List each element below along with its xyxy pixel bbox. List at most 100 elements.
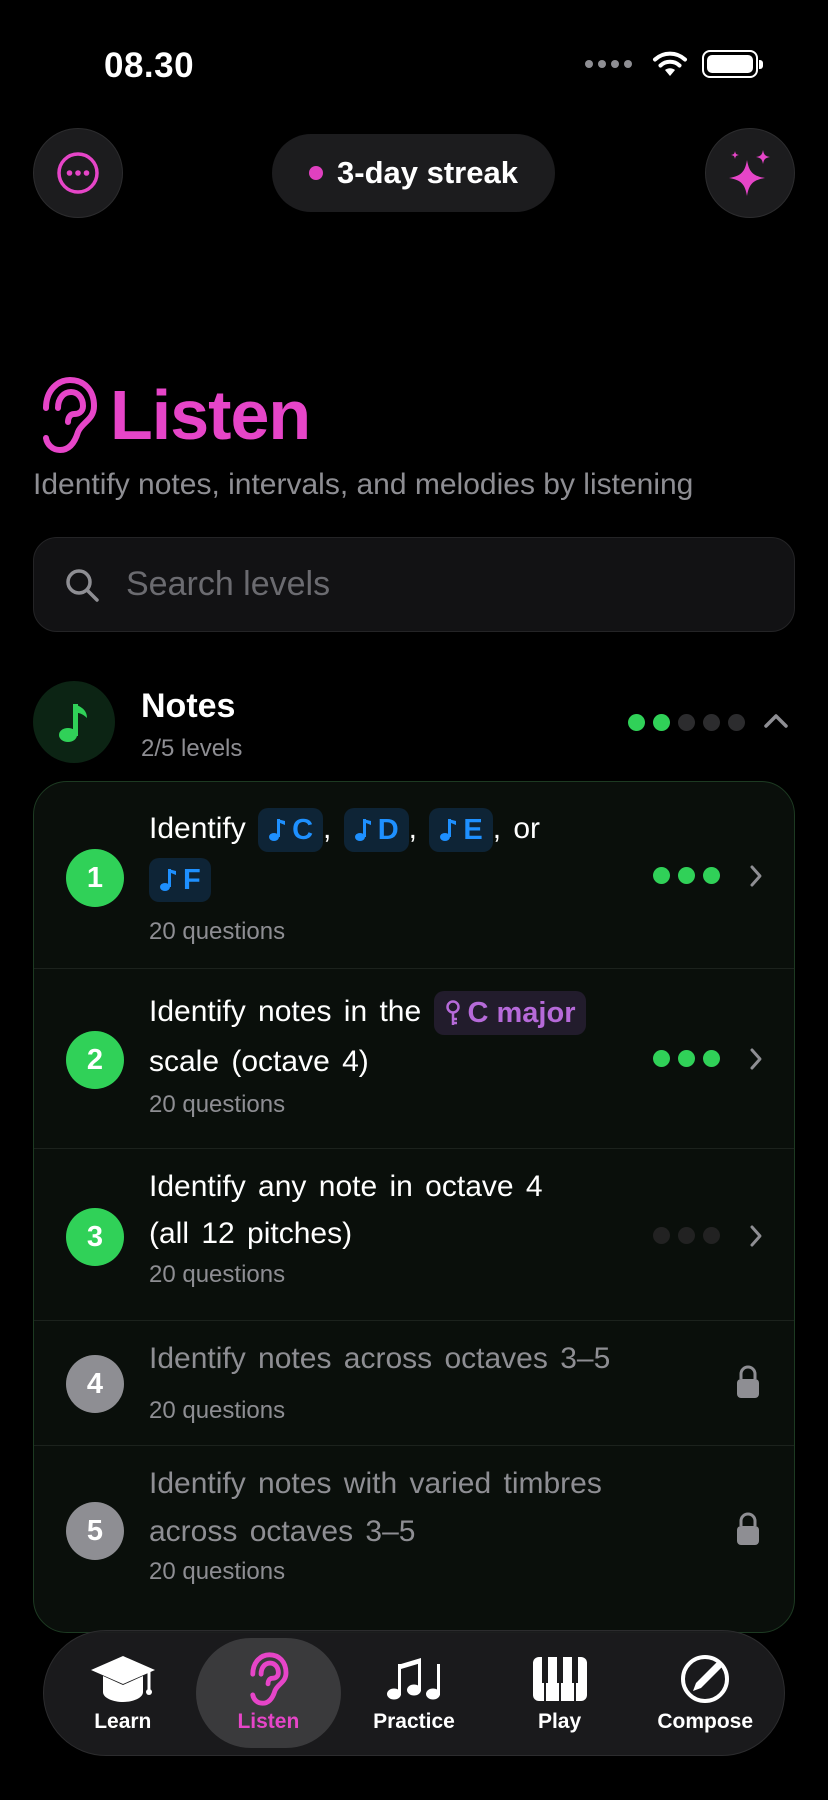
streak-pill[interactable]: 3-day streak bbox=[272, 134, 555, 212]
tab-bar: Learn Listen Practice Play Compose bbox=[43, 1630, 785, 1756]
ear-icon bbox=[250, 1652, 289, 1706]
note-chip-c: C bbox=[258, 808, 324, 853]
level-row-5[interactable]: 5 Identify notes with varied timbres acr… bbox=[34, 1446, 794, 1632]
key-chip: C major bbox=[433, 991, 586, 1036]
level-questions: 20 questions bbox=[149, 1091, 286, 1118]
wifi-icon bbox=[653, 51, 687, 76]
cellular-icon bbox=[585, 60, 632, 68]
section-title: Notes bbox=[141, 687, 236, 725]
level-title-line: Identify any note in octave 4 bbox=[149, 1170, 543, 1203]
progress-dot bbox=[728, 714, 745, 731]
page-subtitle: Identify notes, intervals, and melodies … bbox=[33, 468, 694, 501]
tab-compose[interactable]: Compose bbox=[632, 1638, 778, 1748]
level-number-badge: 3 bbox=[66, 1208, 124, 1266]
level-stars bbox=[653, 867, 720, 884]
search-input[interactable] bbox=[126, 565, 726, 604]
chip-separator: , bbox=[408, 812, 418, 845]
pencil-circle-icon bbox=[681, 1655, 730, 1703]
star-dot bbox=[703, 1227, 720, 1244]
level-number-badge: 2 bbox=[66, 1031, 124, 1089]
level-row-1[interactable]: 1 Identify C , D , E , or F 20 questions bbox=[34, 782, 794, 969]
music-notes-icon bbox=[386, 1658, 440, 1700]
progress-dot bbox=[628, 714, 645, 731]
star-dot bbox=[678, 1227, 695, 1244]
more-icon bbox=[57, 152, 99, 194]
level-title-line: across octaves 3–5 bbox=[149, 1515, 416, 1548]
level-questions: 20 questions bbox=[149, 1558, 286, 1585]
note-chip-d: D bbox=[343, 808, 409, 853]
section-progress bbox=[628, 714, 745, 731]
chevron-right-icon bbox=[750, 865, 762, 887]
level-number-badge: 5 bbox=[66, 1502, 124, 1560]
level-row-4[interactable]: 4 Identify notes across octaves 3–5 20 q… bbox=[34, 1321, 794, 1446]
section-header-notes[interactable]: Notes 2/5 levels bbox=[33, 681, 795, 765]
level-number-badge: 1 bbox=[66, 849, 124, 907]
status-indicators bbox=[585, 50, 763, 78]
music-note-icon bbox=[269, 819, 286, 842]
music-note-icon bbox=[59, 704, 87, 742]
music-note-icon bbox=[160, 869, 176, 892]
page-title: Listen bbox=[110, 376, 311, 454]
level-stars bbox=[653, 1227, 720, 1244]
level-title-prefix: Identify notes in the bbox=[149, 995, 422, 1028]
chevron-right-icon bbox=[750, 1048, 762, 1070]
star-dot bbox=[703, 1050, 720, 1067]
status-time: 08.30 bbox=[104, 46, 195, 85]
search-icon bbox=[66, 568, 99, 602]
levels-card: 1 Identify C , D , E , or F 20 questions bbox=[33, 781, 795, 1633]
tab-label: Compose bbox=[657, 1710, 754, 1733]
page-heading: Listen bbox=[38, 375, 311, 455]
search-bar[interactable] bbox=[33, 537, 795, 632]
tab-label: Learn bbox=[94, 1710, 152, 1733]
battery-icon bbox=[702, 50, 763, 78]
ear-icon bbox=[43, 376, 98, 454]
streak-dot bbox=[309, 166, 324, 180]
level-title: Identify C , D , E , or F bbox=[149, 804, 599, 904]
sparkles-icon bbox=[729, 150, 770, 196]
more-button[interactable] bbox=[33, 128, 123, 218]
chevron-right-icon bbox=[750, 1225, 762, 1247]
key-icon bbox=[445, 1000, 460, 1026]
tab-play[interactable]: Play bbox=[487, 1638, 633, 1748]
note-chip-e: E bbox=[429, 808, 493, 853]
lock-icon bbox=[737, 1365, 759, 1398]
level-number-badge: 4 bbox=[66, 1355, 124, 1413]
level-title: Identify notes in the C major scale (oct… bbox=[149, 987, 629, 1087]
level-row-3[interactable]: 3 Identify any note in octave 4 (all 12 … bbox=[34, 1149, 794, 1321]
streak-label: 3-day streak bbox=[337, 155, 518, 190]
star-dot bbox=[678, 867, 695, 884]
section-icon bbox=[33, 681, 115, 763]
chip-separator: , or bbox=[492, 812, 541, 845]
music-note-icon bbox=[354, 819, 371, 842]
tab-practice[interactable]: Practice bbox=[341, 1638, 487, 1748]
tab-label: Practice bbox=[373, 1710, 455, 1733]
star-dot bbox=[653, 1227, 670, 1244]
chevron-up-icon[interactable] bbox=[763, 711, 789, 729]
level-title-line: (all 12 pitches) bbox=[149, 1217, 353, 1250]
level-questions: 20 questions bbox=[149, 1397, 286, 1424]
tab-listen[interactable]: Listen bbox=[195, 1638, 342, 1748]
level-questions: 20 questions bbox=[149, 1261, 286, 1288]
progress-dot bbox=[703, 714, 720, 731]
level-title-line: Identify notes with varied timbres bbox=[149, 1467, 602, 1500]
chip-separator: , bbox=[323, 812, 332, 845]
note-chip-f: F bbox=[149, 858, 211, 903]
music-note-icon bbox=[440, 819, 457, 842]
level-title: Identify notes across octaves 3–5 bbox=[149, 1342, 611, 1375]
star-dot bbox=[703, 867, 720, 884]
level-stars bbox=[653, 1050, 720, 1067]
star-dot bbox=[653, 1050, 670, 1067]
level-questions: 20 questions bbox=[149, 918, 286, 945]
graduation-cap-icon bbox=[90, 1656, 155, 1702]
tab-label: Play bbox=[537, 1710, 582, 1733]
section-count: 2/5 levels bbox=[141, 735, 243, 762]
sparkles-button[interactable] bbox=[705, 128, 795, 218]
star-dot bbox=[653, 867, 670, 884]
progress-dot bbox=[678, 714, 695, 731]
tab-learn[interactable]: Learn bbox=[50, 1638, 196, 1748]
lock-icon bbox=[737, 1512, 759, 1545]
level-row-2[interactable]: 2 Identify notes in the C major scale (o… bbox=[34, 969, 794, 1149]
tab-label: Listen bbox=[237, 1710, 300, 1733]
star-dot bbox=[678, 1050, 695, 1067]
level-title-prefix: Identify bbox=[149, 812, 246, 845]
